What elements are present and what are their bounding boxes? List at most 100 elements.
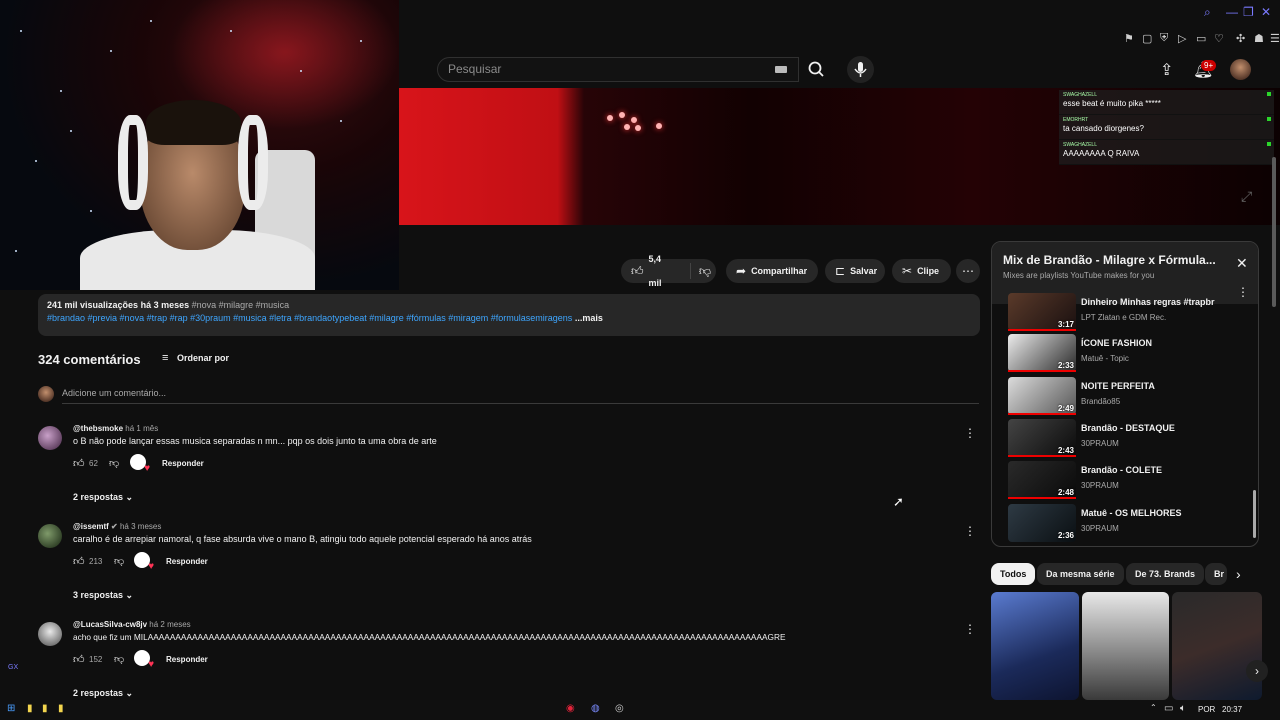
discord-icon[interactable]: ◍ <box>591 703 600 714</box>
thumbs-up-icon[interactable]: 👍︎ <box>73 457 85 470</box>
avatar[interactable] <box>38 426 62 450</box>
bookmark-icon[interactable]: ⚑ <box>1124 32 1134 45</box>
more-actions-button[interactable]: ⋯ <box>956 259 980 283</box>
clip-button[interactable]: ✂ Clipe <box>892 259 951 283</box>
more-vertical-icon[interactable]: ⋮ <box>964 524 976 538</box>
like-count[interactable]: 5,4 mil <box>649 247 676 295</box>
thumbs-up-icon[interactable]: 👍︎ <box>73 555 85 568</box>
windows-start-icon[interactable]: ⊞ <box>7 703 15 714</box>
thumbs-up-icon[interactable]: 👍︎ <box>631 259 644 283</box>
recommended-video-thumbnail[interactable] <box>1082 592 1169 700</box>
comment-author[interactable]: @issemtf ✔ há 3 meses <box>73 522 161 531</box>
keyboard-icon[interactable] <box>775 66 787 73</box>
hashtag-links[interactable]: #brandao #previa #nova #trap #rap #30pra… <box>47 313 572 323</box>
chat-username: EMORHRT <box>1063 117 1089 123</box>
more-vertical-icon[interactable]: ⋮ <box>964 426 976 440</box>
page-scrollbar[interactable] <box>1272 157 1276 307</box>
reply-button[interactable]: Responder <box>166 655 208 664</box>
maximize-icon[interactable]: ❐ <box>1243 5 1254 19</box>
close-icon[interactable]: ✕ <box>1236 255 1248 272</box>
recommended-video-thumbnail[interactable] <box>1172 592 1262 700</box>
avatar[interactable] <box>38 622 62 646</box>
chip-from-channel[interactable]: De 73. Brands <box>1126 563 1205 585</box>
creator-heart-icon <box>134 552 154 572</box>
heart-icon[interactable]: ♡ <box>1214 32 1224 45</box>
thumbs-down-icon[interactable]: 👎︎ <box>109 457 119 469</box>
playlist-item[interactable]: 2:48 Brandão - COLETE 30PRAUM <box>1008 461 1248 501</box>
view-replies-button[interactable]: 2 respostas ⌄ <box>73 688 133 699</box>
comment-age[interactable]: há 1 mês <box>125 424 158 433</box>
chip-same-series[interactable]: Da mesma série <box>1037 563 1124 585</box>
reply-button[interactable]: Responder <box>166 557 208 566</box>
chevron-right-icon[interactable]: › <box>1236 566 1241 582</box>
upload-icon[interactable]: ⇪ <box>1160 60 1173 80</box>
browser-icon[interactable]: ◉ <box>566 703 575 714</box>
folder-icon[interactable]: ▮ <box>58 703 64 714</box>
folder-icon[interactable]: ▮ <box>27 703 33 714</box>
close-icon[interactable]: ✕ <box>1261 5 1271 19</box>
thumbs-down-icon[interactable]: 👎︎ <box>114 653 124 665</box>
add-comment-input[interactable]: Adicione um comentário... <box>62 388 979 404</box>
comment-age[interactable]: há 2 meses <box>149 620 190 629</box>
obs-icon[interactable]: ◎ <box>615 703 624 714</box>
gx-label: GX <box>8 664 19 671</box>
playlist-item[interactable]: 3:17 Dinheiro Minhas regras #trapbr LPT … <box>1008 293 1248 333</box>
comment-username[interactable]: @thebsmoke <box>73 424 123 433</box>
view-replies-button[interactable]: 3 respostas ⌄ <box>73 590 133 601</box>
menu-icon[interactable]: ☰ <box>1270 32 1280 45</box>
chevron-up-icon[interactable]: ⌃ <box>1150 703 1157 712</box>
thumbs-up-icon[interactable]: 👍︎ <box>73 653 85 666</box>
top-tags[interactable]: #nova #milagre #musica <box>192 300 290 310</box>
minimize-icon[interactable]: — <box>1226 5 1238 19</box>
playlist-title[interactable]: Mix de Brandão - Milagre x Fórmula... <box>1003 253 1216 267</box>
playlist-item[interactable]: 2:36 Matuê - OS MELHORES 30PRAUM <box>1008 504 1248 544</box>
voice-search-button[interactable] <box>847 56 874 83</box>
reply-button[interactable]: Responder <box>162 459 204 468</box>
thumbs-down-icon[interactable]: 👎︎ <box>699 259 711 283</box>
playlist-item-title: Matuê - OS MELHORES <box>1081 508 1182 518</box>
network-icon[interactable]: ▭ <box>1164 703 1173 714</box>
share-button[interactable]: ➦ Compartilhar <box>726 259 818 283</box>
wallet-icon[interactable]: ▭ <box>1196 32 1206 45</box>
shield-icon[interactable]: ⛨ <box>1160 32 1168 45</box>
miniplayer-icon[interactable]: ⤢ <box>1241 188 1252 205</box>
save-button[interactable]: ⊏ Salvar <box>825 259 885 283</box>
playlist-item[interactable]: 2:43 Brandão - DESTAQUE 30PRAUM <box>1008 419 1248 459</box>
video-description[interactable]: 241 mil visualizações há 3 meses #nova #… <box>38 294 980 336</box>
streamer-hair <box>146 100 241 145</box>
recommended-video-thumbnail[interactable] <box>991 592 1079 700</box>
playlist-item[interactable]: 2:33 ÍCONE FASHION Matuê - Topic <box>1008 334 1248 374</box>
comment-age[interactable]: há 3 meses <box>120 522 161 531</box>
search-input[interactable]: Pesquisar <box>437 57 799 82</box>
chevron-right-icon[interactable]: › <box>1246 660 1268 682</box>
comment-username[interactable]: @LucasSilva-cw8jv <box>73 620 147 629</box>
search-button[interactable] <box>799 57 833 82</box>
profile-icon[interactable]: ☗ <box>1254 32 1264 45</box>
language-indicator[interactable]: POR <box>1198 705 1215 714</box>
comment-text: o B não pode lançar essas musica separad… <box>73 436 437 446</box>
clock[interactable]: 20:37 <box>1222 705 1242 714</box>
avatar[interactable] <box>38 524 62 548</box>
thumbs-down-icon[interactable]: 👎︎ <box>114 555 124 567</box>
chip-more[interactable]: Br <box>1205 563 1227 585</box>
more-vertical-icon[interactable]: ⋮ <box>964 622 976 636</box>
show-more-button[interactable]: ...mais <box>575 313 603 323</box>
user-avatar[interactable] <box>1230 59 1251 80</box>
comment-author[interactable]: @thebsmoke há 1 mês <box>73 424 158 433</box>
volume-icon[interactable]: 🔈︎ <box>1180 703 1186 714</box>
comment-username[interactable]: @issemtf <box>73 522 109 531</box>
creator-heart-icon <box>130 454 150 474</box>
extensions-icon[interactable]: ✣ <box>1236 32 1245 45</box>
playlist-item[interactable]: 2:49 NOITE PERFEITA Brandão85 <box>1008 377 1248 417</box>
view-replies-button[interactable]: 2 respostas ⌄ <box>73 492 133 503</box>
sort-label: Ordenar por <box>176 353 229 363</box>
sort-button[interactable]: ≡ Ordenar por <box>162 352 229 364</box>
playlist-scrollbar[interactable] <box>1253 490 1256 538</box>
tab-icon[interactable]: ▢ <box>1142 32 1152 45</box>
play-icon[interactable]: ▷ <box>1178 32 1186 45</box>
playlist-item-channel: 30PRAUM <box>1081 524 1119 533</box>
folder-icon[interactable]: ▮ <box>42 703 48 714</box>
search-icon[interactable]: ⌕ <box>1204 5 1211 20</box>
chip-all[interactable]: Todos <box>991 563 1036 585</box>
comment-author[interactable]: @LucasSilva-cw8jv há 2 meses <box>73 620 191 629</box>
